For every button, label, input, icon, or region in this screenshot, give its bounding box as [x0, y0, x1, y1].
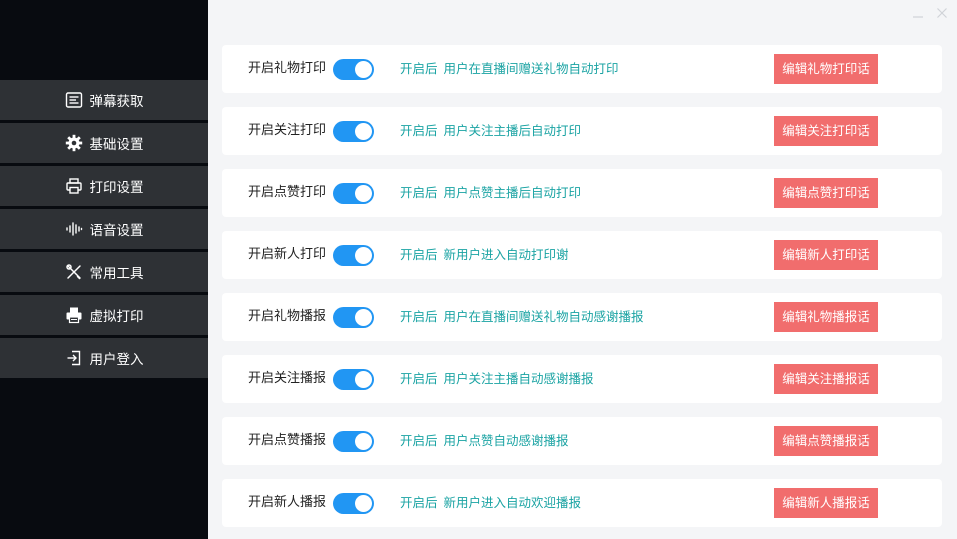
description-prefix: 开启后 [400, 185, 438, 200]
setting-row-like-broadcast: 开启点赞播报 开启后 用户点赞自动感谢播报 编辑点赞播报话 [222, 417, 942, 465]
setting-label: 开启关注播报 [248, 371, 327, 386]
description-prefix: 开启后 [400, 123, 438, 138]
sidebar-item-common-tools[interactable]: 常用工具 [0, 252, 208, 292]
setting-row-gift-broadcast: 开启礼物播报 开启后 用户在直播间赠送礼物自动感谢播报 编辑礼物播报话 [222, 293, 942, 341]
setting-label: 开启关注打印 [248, 123, 327, 138]
toggle-switch[interactable] [333, 369, 374, 390]
window-controls [911, 6, 949, 20]
toggle-switch[interactable] [333, 493, 374, 514]
toggle-switch[interactable] [333, 307, 374, 328]
description-text: 用户在直播间赠送礼物自动感谢播报 [443, 309, 644, 324]
description-prefix: 开启后 [400, 495, 438, 510]
sidebar-item-print-settings[interactable]: 打印设置 [0, 166, 208, 206]
setting-row-follow-print: 开启关注打印 开启后 用户关注主播后自动打印 编辑关注打印话 [222, 107, 942, 155]
setting-row-like-print: 开启点赞打印 开启后 用户点赞主播后自动打印 编辑点赞打印话 [222, 169, 942, 217]
toggle-knob [355, 371, 372, 388]
setting-label: 开启新人打印 [248, 247, 327, 262]
printer-icon [65, 177, 83, 195]
toggle-knob [355, 495, 372, 512]
sidebar-item-user-login[interactable]: 用户登入 [0, 338, 208, 378]
sidebar-item-label: 用户登入 [89, 352, 144, 368]
virtual-printer-icon [65, 306, 83, 324]
setting-label: 开启礼物播报 [248, 309, 327, 324]
toggle-knob [355, 123, 372, 140]
minimize-icon[interactable] [911, 6, 925, 20]
description-prefix: 开启后 [400, 309, 438, 324]
setting-description: 开启后 用户关注主播自动感谢播报 [400, 355, 594, 403]
tools-icon [65, 263, 83, 281]
sidebar-item-danmaku[interactable]: 弹幕获取 [0, 80, 208, 120]
toggle-switch[interactable] [333, 183, 374, 204]
description-prefix: 开启后 [400, 433, 438, 448]
edit-button[interactable]: 编辑新人播报话 [774, 488, 878, 518]
edit-button[interactable]: 编辑点赞播报话 [774, 426, 878, 456]
toggle-switch[interactable] [333, 431, 374, 452]
app-window: 弹幕获取 基础设置 打印设置 语音设置 常用工具 虚拟打印 用户登入 开启礼物打… [0, 0, 957, 539]
settings-list: 开启礼物打印 开启后 用户在直播间赠送礼物自动打印 编辑礼物打印话 开启关注打印 … [222, 45, 942, 539]
setting-row-gift-print: 开启礼物打印 开启后 用户在直播间赠送礼物自动打印 编辑礼物打印话 [222, 45, 942, 93]
setting-label: 开启新人播报 [248, 495, 327, 510]
sidebar-item-label: 弹幕获取 [89, 94, 144, 110]
setting-description: 开启后 新用户进入自动欢迎播报 [400, 479, 581, 527]
edit-button[interactable]: 编辑新人打印话 [774, 240, 878, 270]
setting-row-newcomer-broadcast: 开启新人播报 开启后 新用户进入自动欢迎播报 编辑新人播报话 [222, 479, 942, 527]
description-prefix: 开启后 [400, 61, 438, 76]
setting-row-follow-broadcast: 开启关注播报 开启后 用户关注主播自动感谢播报 编辑关注播报话 [222, 355, 942, 403]
toggle-knob [355, 185, 372, 202]
sidebar-item-virtual-print[interactable]: 虚拟打印 [0, 295, 208, 335]
sidebar-menu: 弹幕获取 基础设置 打印设置 语音设置 常用工具 虚拟打印 用户登入 [0, 80, 208, 381]
description-text: 用户关注主播后自动打印 [443, 123, 582, 138]
setting-label: 开启礼物打印 [248, 61, 327, 76]
setting-description: 开启后 用户在直播间赠送礼物自动感谢播报 [400, 293, 644, 341]
edit-button[interactable]: 编辑礼物播报话 [774, 302, 878, 332]
sidebar-item-label: 语音设置 [89, 223, 144, 239]
setting-description: 开启后 用户在直播间赠送礼物自动打印 [400, 45, 619, 93]
setting-description: 开启后 用户点赞主播后自动打印 [400, 169, 581, 217]
sidebar-item-label: 打印设置 [89, 180, 144, 196]
edit-button[interactable]: 编辑关注打印话 [774, 116, 878, 146]
description-text: 新用户进入自动欢迎播报 [443, 495, 582, 510]
description-text: 用户在直播间赠送礼物自动打印 [443, 61, 619, 76]
description-text: 用户关注主播自动感谢播报 [443, 371, 594, 386]
sidebar-item-voice-settings[interactable]: 语音设置 [0, 209, 208, 249]
setting-label: 开启点赞播报 [248, 433, 327, 448]
description-text: 用户点赞自动感谢播报 [443, 433, 569, 448]
description-prefix: 开启后 [400, 371, 438, 386]
setting-description: 开启后 新用户进入自动打印谢 [400, 231, 569, 279]
edit-button[interactable]: 编辑关注播报话 [774, 364, 878, 394]
gear-icon [65, 134, 83, 152]
edit-button[interactable]: 编辑礼物打印话 [774, 54, 878, 84]
description-prefix: 开启后 [400, 247, 438, 262]
toggle-knob [355, 309, 372, 326]
setting-description: 开启后 用户点赞自动感谢播报 [400, 417, 569, 465]
sidebar-item-label: 虚拟打印 [89, 309, 144, 325]
voice-wave-icon [65, 220, 83, 238]
setting-description: 开启后 用户关注主播后自动打印 [400, 107, 581, 155]
description-text: 新用户进入自动打印谢 [443, 247, 569, 262]
toggle-switch[interactable] [333, 59, 374, 80]
toggle-switch[interactable] [333, 245, 374, 266]
sidebar-item-basic-settings[interactable]: 基础设置 [0, 123, 208, 163]
description-text: 用户点赞主播后自动打印 [443, 185, 582, 200]
sidebar-item-label: 基础设置 [89, 137, 144, 153]
setting-label: 开启点赞打印 [248, 185, 327, 200]
sidebar-item-label: 常用工具 [89, 266, 144, 282]
setting-row-newcomer-print: 开启新人打印 开启后 新用户进入自动打印谢 编辑新人打印话 [222, 231, 942, 279]
danmaku-list-icon [65, 91, 83, 109]
close-icon[interactable] [935, 6, 949, 20]
toggle-knob [355, 433, 372, 450]
login-icon [65, 349, 83, 367]
toggle-knob [355, 247, 372, 264]
toggle-knob [355, 61, 372, 78]
toggle-switch[interactable] [333, 121, 374, 142]
sidebar: 弹幕获取 基础设置 打印设置 语音设置 常用工具 虚拟打印 用户登入 [0, 0, 208, 539]
edit-button[interactable]: 编辑点赞打印话 [774, 178, 878, 208]
